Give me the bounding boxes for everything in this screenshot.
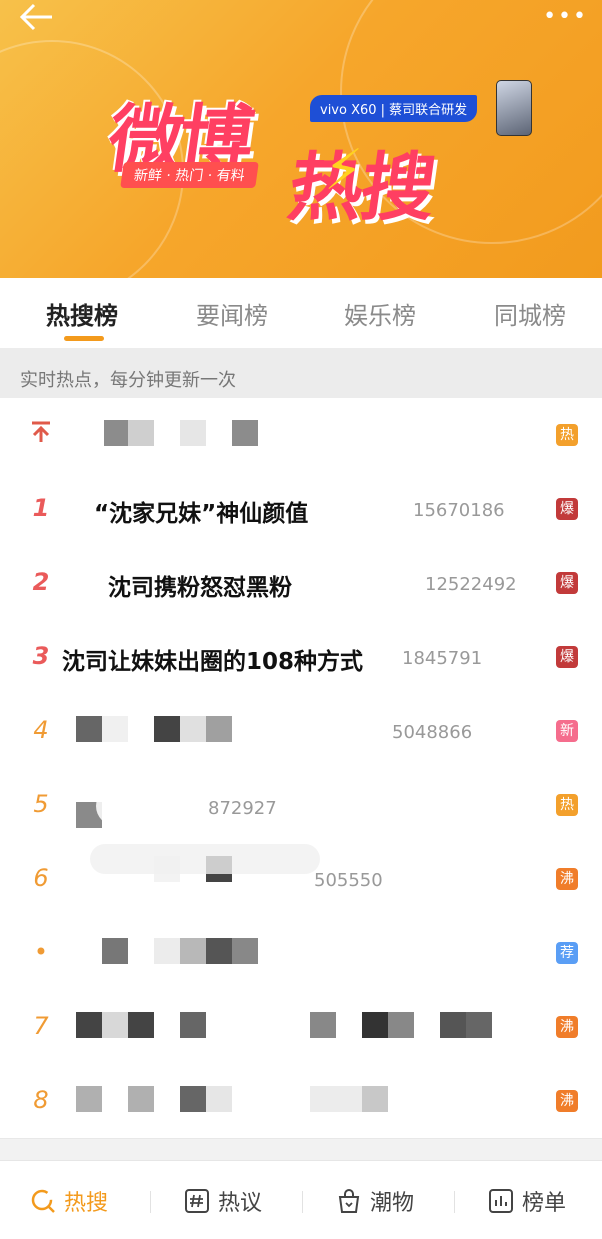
- item-title: “沈家兄妹”神仙颜值: [94, 501, 309, 527]
- rank-number: 4: [33, 716, 49, 744]
- back-arrow-icon[interactable]: [18, 2, 58, 36]
- nav-discussion[interactable]: 热议: [184, 1185, 262, 1217]
- recommend-dot: •: [33, 938, 49, 966]
- tab-entertainment[interactable]: 娱乐榜: [344, 296, 416, 331]
- list-item[interactable]: 2 沈司携粉怒怼黑粉 12522492 爆: [0, 546, 602, 621]
- update-note: 实时热点，每分钟更新一次: [0, 348, 602, 398]
- lightning-icon: ⚡: [324, 138, 364, 203]
- logo-tagline: 新鲜 · 热门 · 有料: [120, 162, 259, 188]
- status-badge: 沸: [556, 1090, 578, 1112]
- list-item[interactable]: 4 5048866 新: [0, 694, 602, 769]
- sponsor-badge: vivo X60 | 蔡司联合研发: [310, 95, 478, 122]
- heat-count: 15670186: [413, 500, 505, 521]
- chart-bar-icon: [489, 1189, 513, 1213]
- status-badge: 爆: [556, 498, 578, 520]
- list-item-pinned[interactable]: 热: [0, 398, 602, 473]
- status-badge: 荐: [556, 942, 578, 964]
- rank-number: 3: [32, 642, 50, 670]
- rank-number: 2: [32, 568, 50, 596]
- bag-icon: [338, 1189, 360, 1213]
- rank-number: 6: [33, 864, 49, 892]
- list-item[interactable]: 5 872927 热: [0, 768, 602, 843]
- heat-count: 5048866: [392, 722, 473, 743]
- list-item[interactable]: 8 沸: [0, 1064, 602, 1139]
- status-badge: 沸: [556, 868, 578, 890]
- nav-divider: [150, 1191, 151, 1213]
- heat-count: 1845791: [402, 648, 483, 669]
- phone-image: [496, 80, 532, 136]
- tab-local[interactable]: 同城榜: [494, 296, 566, 331]
- update-note-text: 实时热点，每分钟更新一次: [20, 370, 236, 391]
- nav-label: 榜单: [522, 1191, 567, 1216]
- active-tab-indicator: [64, 336, 104, 341]
- nav-rankings[interactable]: 榜单: [488, 1185, 566, 1217]
- tab-hot-search[interactable]: 热搜榜: [46, 296, 118, 331]
- nav-label: 热搜: [64, 1191, 109, 1216]
- rank-number: 8: [33, 1086, 49, 1114]
- heat-count: 872927: [208, 798, 277, 819]
- pinned-up-icon: [30, 420, 52, 450]
- nav-trending-items[interactable]: 潮物: [336, 1185, 414, 1217]
- status-badge: 爆: [556, 646, 578, 668]
- status-badge: 沸: [556, 1016, 578, 1038]
- hero-banner: ••• 微博 新鲜 · 热门 · 有料 热搜 ⚡ vivo X60 | 蔡司联合…: [0, 0, 602, 278]
- status-badge: 新: [556, 720, 578, 742]
- rank-number: 5: [33, 790, 49, 818]
- list-item[interactable]: 3 沈司让妹妹出圈的108种方式 1845791 爆: [0, 620, 602, 695]
- status-badge: 爆: [556, 572, 578, 594]
- nav-divider: [302, 1191, 303, 1213]
- hashtag-icon: [185, 1189, 209, 1213]
- heat-count: 505550: [314, 870, 383, 891]
- item-title: 沈司让妹妹出圈的108种方式: [62, 649, 364, 675]
- rank-number: 1: [32, 494, 50, 522]
- heat-count: 12522492: [425, 574, 517, 595]
- item-title: 沈司携粉怒怼黑粉: [108, 575, 292, 601]
- list-item[interactable]: 6 505550 沸: [0, 842, 602, 917]
- status-badge: 热: [556, 424, 578, 446]
- nav-divider: [454, 1191, 455, 1213]
- rank-number: 7: [33, 1012, 49, 1040]
- weibo-hot-search-logo: 微博 新鲜 · 热门 · 有料 热搜 ⚡ vivo X60 | 蔡司联合研发: [100, 80, 532, 231]
- list-item[interactable]: 7 沸: [0, 990, 602, 1065]
- status-badge: 热: [556, 794, 578, 816]
- search-icon: [31, 1189, 55, 1213]
- bottom-nav: 热搜 热议 潮物 榜单: [0, 1160, 602, 1239]
- nav-label: 热议: [218, 1191, 263, 1216]
- list-item-recommended[interactable]: • 荐: [0, 916, 602, 991]
- more-dots-icon[interactable]: •••: [543, 4, 588, 29]
- list-item[interactable]: 1 “沈家兄妹”神仙颜值 15670186 爆: [0, 472, 602, 547]
- nav-hot-search[interactable]: 热搜: [30, 1185, 108, 1217]
- nav-label: 潮物: [370, 1191, 415, 1216]
- tab-bar: 热搜榜 要闻榜 娱乐榜 同城榜: [0, 278, 602, 348]
- tab-news[interactable]: 要闻榜: [196, 296, 268, 331]
